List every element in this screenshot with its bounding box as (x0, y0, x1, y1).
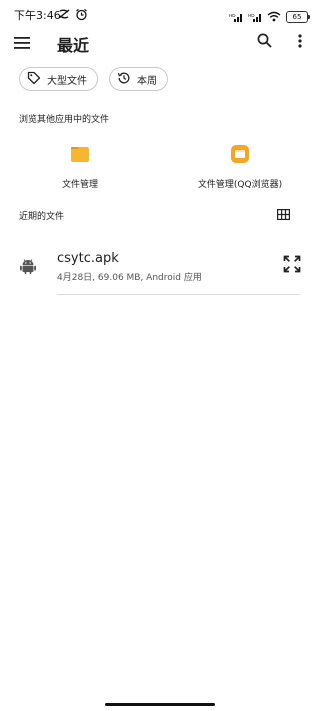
home-indicator[interactable] (105, 703, 215, 706)
signal-icon-2: HD (248, 7, 262, 26)
status-time: 下午3:46 (14, 9, 61, 22)
app-tile-label: 文件管理(QQ浏览器) (197, 180, 283, 190)
list-divider (57, 294, 300, 295)
qq-browser-folder-icon (229, 143, 251, 165)
hamburger-icon (14, 34, 30, 53)
status-left-icons (57, 6, 88, 25)
signal-hd-label-1: HD (229, 13, 236, 18)
app-tile-label: 文件管理 (61, 180, 98, 190)
chip-label: 大型文件 (47, 75, 87, 87)
tag-icon (27, 71, 41, 88)
status-right-icons: HD HD 65 (229, 7, 310, 26)
menu-button[interactable] (11, 32, 33, 54)
folder-icon (69, 143, 91, 165)
android-icon (19, 257, 37, 279)
battery-indicator: 65 (286, 10, 310, 23)
signal-icon: HD (229, 7, 243, 26)
more-vert-icon (298, 33, 302, 52)
fullscreen-icon (283, 255, 301, 277)
chip-large-files[interactable]: 大型文件 (19, 67, 98, 91)
alarm-icon (75, 6, 88, 25)
grid-view-icon (276, 205, 290, 224)
search-icon (257, 33, 272, 52)
expand-preview-button[interactable] (281, 255, 303, 277)
page-title: 最近 (57, 36, 90, 55)
browse-section-label: 浏览其他应用中的文件 (19, 115, 110, 125)
app-tile-qq-browser-files[interactable]: 文件管理(QQ浏览器) (190, 143, 290, 190)
file-name: csytc.apk (57, 251, 119, 266)
app-tile-file-manager[interactable]: 文件管理 (45, 143, 115, 190)
file-list-item[interactable]: csytc.apk 4月28日, 69.06 MB, Android 应用 (0, 243, 320, 295)
chip-label: 本周 (137, 75, 157, 87)
signal-hd-label-2: HD (248, 13, 255, 18)
chip-this-week[interactable]: 本周 (109, 67, 168, 91)
nfc-off-icon (57, 6, 71, 25)
wifi-icon (267, 7, 281, 26)
history-icon (117, 71, 131, 88)
app-bar: 最近 (0, 26, 320, 62)
search-button[interactable] (253, 31, 275, 53)
recent-section-label: 近期的文件 (19, 212, 65, 222)
file-meta: 4月28日, 69.06 MB, Android 应用 (57, 273, 202, 283)
grid-view-button[interactable] (273, 205, 293, 223)
status-bar: 下午3:46 HD HD 65 (0, 0, 320, 26)
more-options-button[interactable] (290, 31, 310, 53)
